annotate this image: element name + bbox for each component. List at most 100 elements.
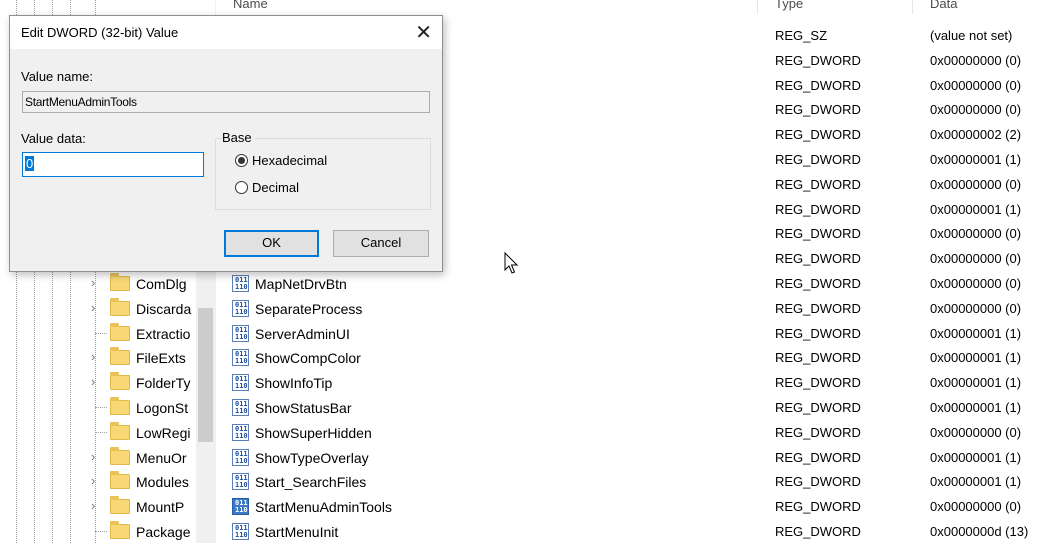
column-header-name[interactable]: Name [233,0,268,11]
column-header-type[interactable]: Type [775,0,803,11]
tree-item[interactable]: LogonSt [0,395,215,420]
tree-item-label: MenuOr [136,449,187,466]
tree-scrollbar-thumb[interactable] [198,308,213,442]
base-groupbox [215,138,431,210]
value-data-cell: 0x00000001 (1) [930,375,1022,391]
tree-item-label: LowRegi [136,424,191,441]
value-type-cell: REG_DWORD [775,350,861,366]
tree-item[interactable]: Package [0,519,215,543]
chevron-right-icon[interactable]: › [91,276,103,289]
chevron-right-icon[interactable]: › [91,375,103,388]
value-type-cell: REG_SZ [775,28,828,43]
value-name-cell: ShowTypeOverlay [255,449,369,466]
tree-item[interactable]: › MountP [0,494,215,519]
value-data-text: 0 [25,156,35,171]
icon-glyph-bottom: 110 [235,481,248,490]
value-row[interactable]: 011 110 ShowInfoTip REG_DWORD 0x00000001 (1) [227,371,1041,396]
radio-hexadecimal[interactable]: Hexadecimal [235,153,327,168]
value-type-cell: REG_DWORD [775,524,861,539]
radio-unselected-icon [235,181,248,194]
value-name-cell: ShowInfoTip [255,375,333,392]
value-name-cell: MapNetDrvBtn [255,276,347,292]
folder-icon [110,372,130,391]
value-data-cell: 0x00000000 (0) [930,77,1022,93]
tree-item-label: LogonSt [136,400,189,416]
column-separator[interactable] [912,0,913,14]
tree-item[interactable]: › Discarda [0,296,215,321]
value-data-cell: 0x00000001 (1) [930,325,1022,341]
value-row[interactable]: 011 110 Start_SearchFiles REG_DWORD 0x000000… [227,470,1041,495]
value-data-cell: 0x00000000 (0) [930,251,1022,267]
value-type-cell: REG_DWORD [775,449,861,465]
radio-hexadecimal-label: Hexadecimal [252,153,328,168]
tree-branch-line [95,431,107,433]
dword-value-icon: 011 110 [232,399,249,416]
value-type-cell: REG_DWORD [775,499,861,515]
value-row[interactable]: 011 110 ShowTypeOverlay REG_DWORD 0x00000001… [227,446,1041,471]
value-row[interactable]: 011 110 StartMenuAdminTools REG_DWORD 0x0000… [227,495,1041,520]
tree-item[interactable]: › FileExts [0,345,215,370]
tree-item[interactable]: › FolderTy [0,370,215,395]
value-data-cell: 0x00000000 (0) [930,276,1022,291]
tree-item-label: Package [136,524,191,540]
cancel-button[interactable]: Cancel [333,230,429,257]
dword-value-icon: 011 110 [232,275,249,292]
column-header-data[interactable]: Data [930,0,957,11]
value-row[interactable]: 011 110 SeparateProcess REG_DWORD 0x00000000… [227,297,1041,322]
value-row[interactable]: 011 110 ServerAdminUI REG_DWORD 0x00000001 (… [227,322,1041,347]
chevron-right-icon[interactable]: › [91,499,103,512]
value-type-cell: REG_DWORD [775,127,861,143]
dword-value-icon: 011 110 [232,299,249,317]
ok-button[interactable]: OK [224,230,319,257]
dword-value-icon: 011 110 [232,374,249,392]
mouse-pointer-icon [504,252,519,274]
value-row[interactable]: 011 110 ShowStatusBar REG_DWORD 0x00000001 (… [227,396,1041,421]
value-row[interactable]: 011 110 ShowSuperHidden REG_DWORD 0x00000000… [227,421,1041,446]
tree-item-label: Extractio [136,325,191,342]
chevron-right-icon[interactable]: › [91,450,103,463]
value-name-cell: SeparateProcess [255,300,363,317]
value-row[interactable]: 011 110 MapNetDrvBtn REG_DWORD 0x00000000 (0… [227,272,1041,297]
binary-icon: 011 110 [232,448,249,466]
chevron-right-icon[interactable]: › [91,350,103,363]
icon-glyph-bottom: 110 [235,531,248,539]
icon-glyph-bottom: 110 [235,332,248,341]
value-data-cell: 0x00000000 (0) [930,424,1022,440]
value-type-cell: REG_DWORD [775,201,861,217]
value-row[interactable]: 011 110 StartMenuInit REG_DWORD 0x0000000d (… [227,520,1041,543]
value-type-cell: REG_DWORD [775,251,861,267]
tree-item[interactable]: › Modules [0,469,215,494]
value-type-cell: REG_DWORD [775,152,861,167]
value-data-cell: 0x0000000d (13) [930,524,1029,539]
value-type-cell: REG_DWORD [775,375,861,391]
value-row[interactable]: 011 110 ShowCompColor REG_DWORD 0x00000001 (… [227,346,1041,371]
close-icon[interactable]: ✕ [415,20,432,44]
tree-item[interactable]: › ComDlg [0,271,215,296]
dialog-title: Edit DWORD (32-bit) Value [21,25,179,40]
binary-icon: 011 110 [232,523,249,540]
icon-glyph-bottom: 110 [235,357,248,366]
tree-item[interactable]: LowRegi [0,420,215,445]
base-group-label: Base [222,130,255,145]
value-type-cell: REG_DWORD [775,77,861,93]
dialog-titlebar[interactable]: Edit DWORD (32-bit) Value ✕ [10,16,442,49]
icon-glyph-bottom: 110 [235,407,248,415]
value-name-cell: ShowStatusBar [255,400,352,416]
tree-item[interactable]: Extractio [0,321,215,346]
value-data-input[interactable]: 0 [22,152,204,177]
tree-scrollbar[interactable] [196,268,215,543]
chevron-right-icon[interactable]: › [91,474,103,487]
value-type-cell: REG_DWORD [775,474,861,490]
value-data-cell: 0x00000000 (0) [930,176,1022,192]
tree-item[interactable]: › MenuOr [0,445,215,470]
dword-value-icon: 011 110 [232,448,249,466]
dword-value-icon: 011 110 [232,324,249,342]
value-data-cell: 0x00000001 (1) [930,350,1022,366]
radio-decimal[interactable]: Decimal [235,180,299,195]
value-type-cell: REG_DWORD [775,52,861,68]
chevron-right-icon[interactable]: › [91,301,103,314]
binary-icon: 011 110 [232,299,249,317]
folder-icon [110,421,130,440]
column-separator[interactable] [757,0,758,14]
icon-glyph-bottom: 110 [235,283,248,291]
